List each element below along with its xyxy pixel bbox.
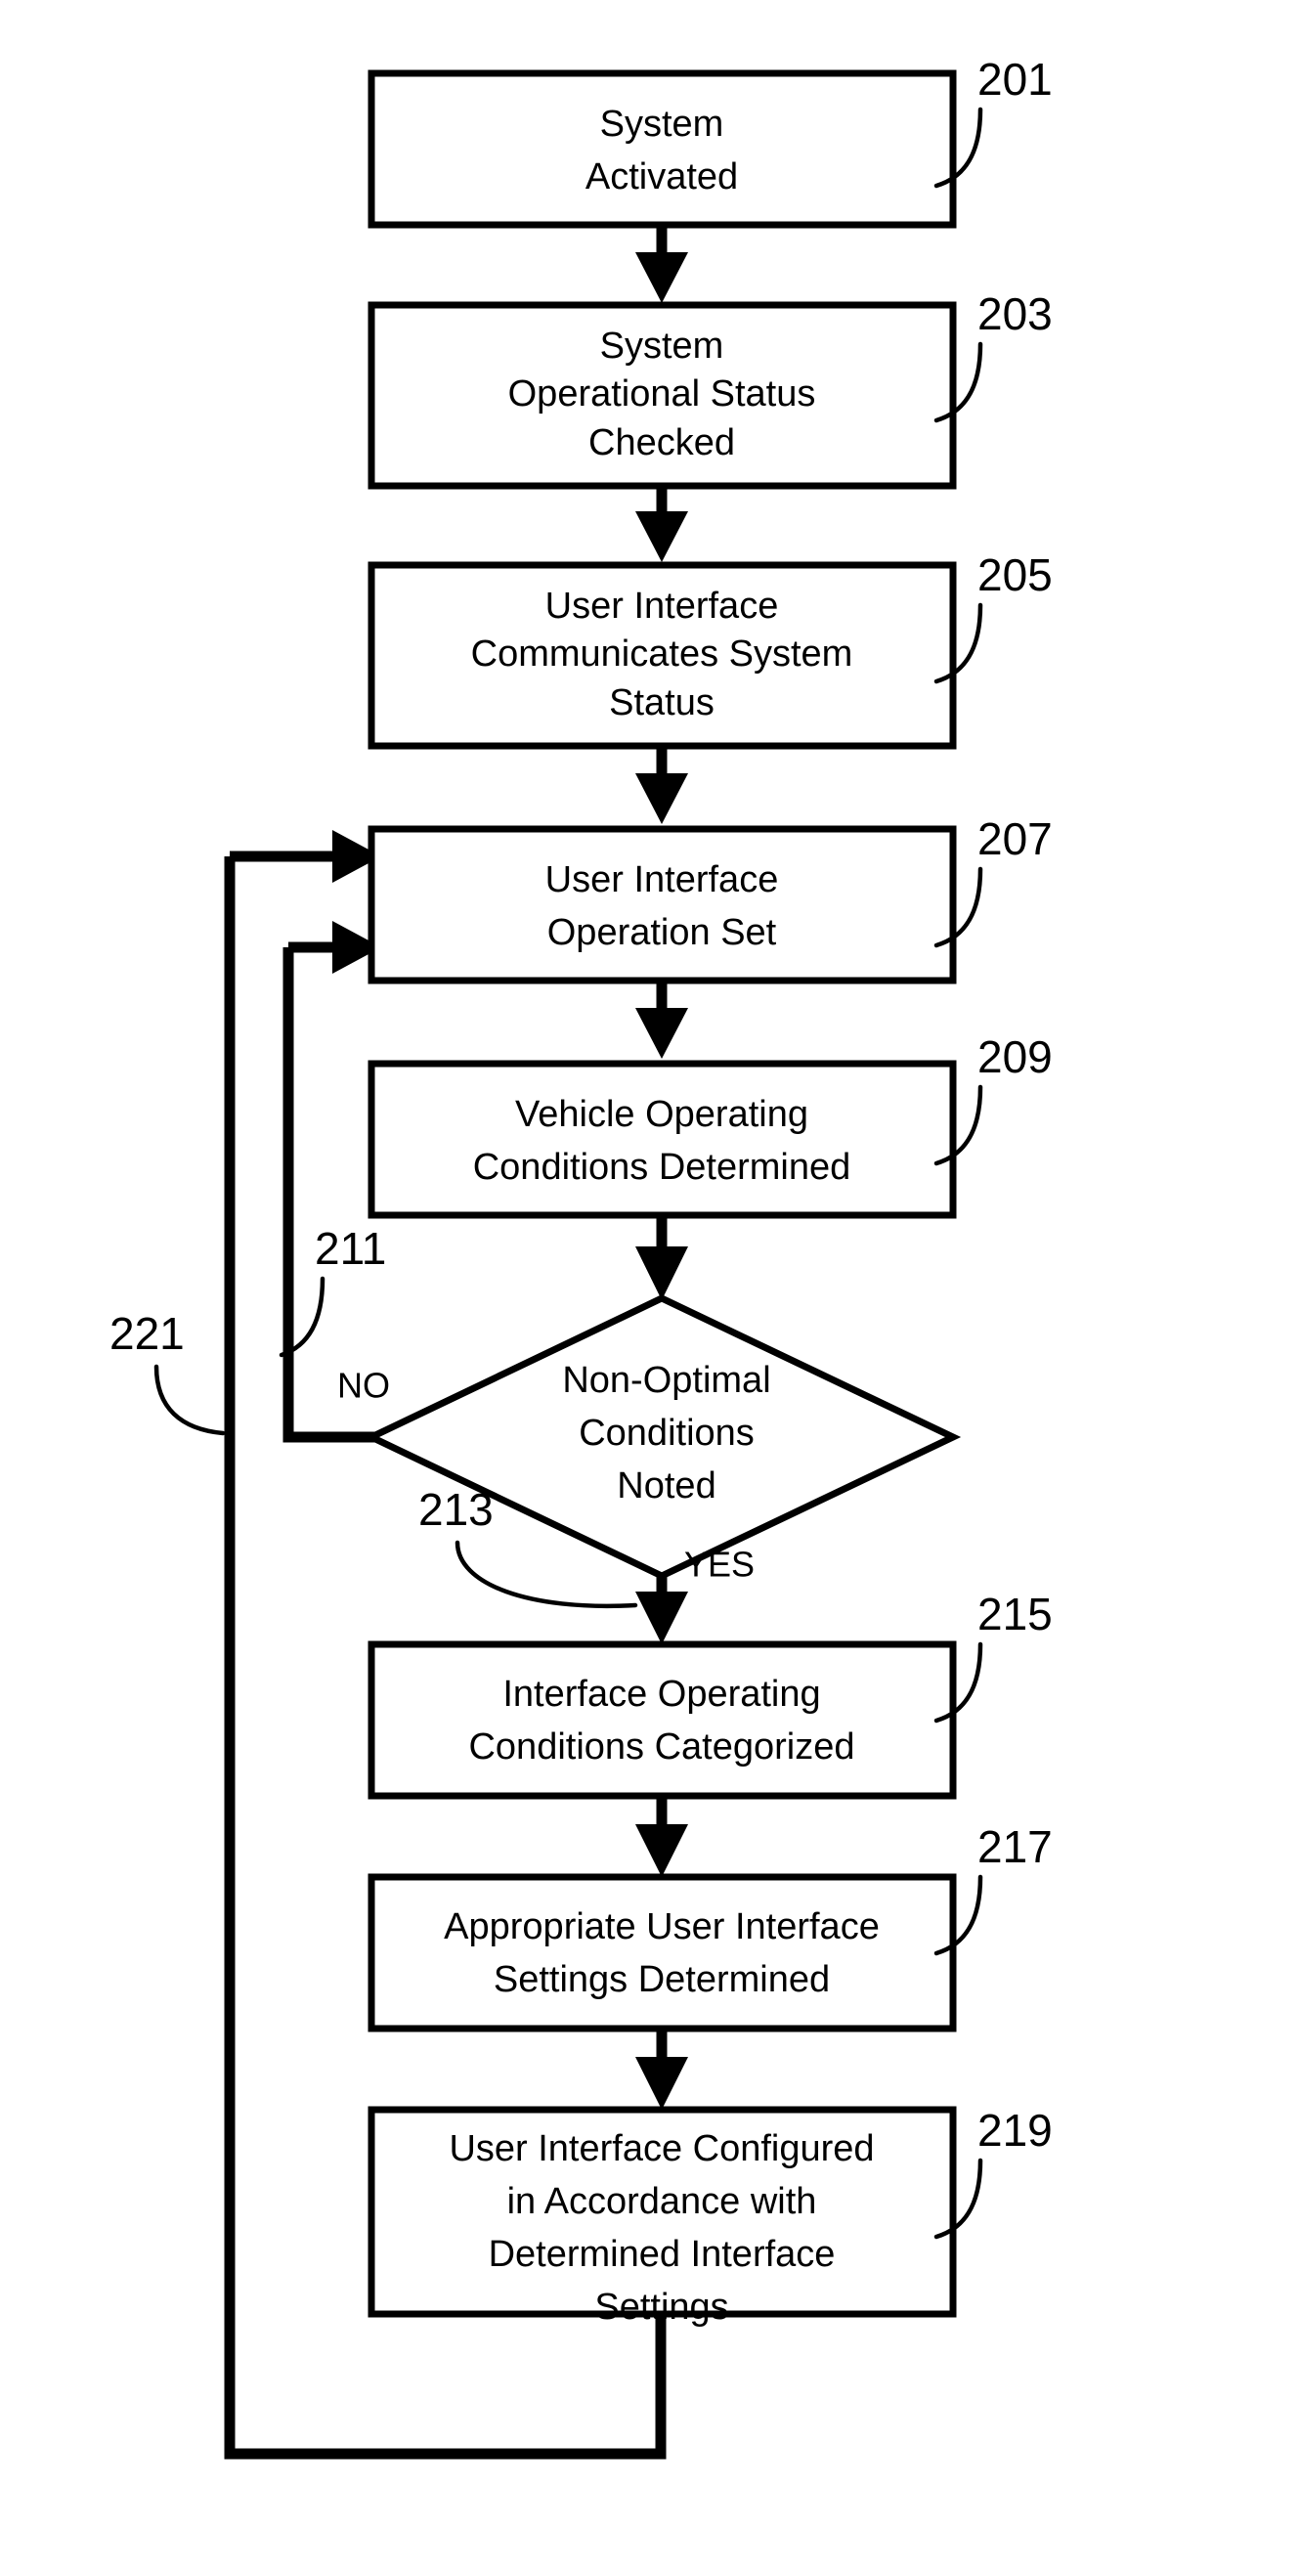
edge-209-to-213 [635, 1215, 688, 1300]
ref-211-text: 211 [315, 1223, 386, 1274]
node-209[interactable]: Vehicle Operating Conditions Determined [368, 1060, 957, 1219]
flowchart-canvas: System Activated 201 System Operational … [109, 54, 1053, 2460]
edge-203-205-arrowhead [635, 511, 688, 562]
edge-207-to-209 [635, 981, 688, 1059]
ref-219-text: 219 [977, 2105, 1053, 2156]
node-213-line-1: Non-Optimal [562, 1360, 770, 1401]
ref-215-text: 215 [977, 1589, 1053, 1639]
node-205-line-3: Status [609, 682, 715, 723]
node-205-line-2: Communicates System [471, 633, 853, 675]
node-207-line-1: User Interface [545, 859, 779, 900]
node-209-line-2: Conditions Determined [473, 1147, 851, 1188]
node-217-line-1: Appropriate User Interface [444, 1906, 880, 1947]
ref-221-leader [153, 1364, 226, 1436]
node-215-box[interactable] [368, 1640, 957, 1800]
edge-213-to-215 [635, 1576, 688, 1644]
edge-215-to-217 [635, 1796, 688, 1877]
edge-201-203-arrowhead [635, 252, 688, 303]
branch-label-yes: YES [684, 1545, 755, 1585]
node-203-line-1: System [600, 326, 724, 367]
ref-221-text: 221 [109, 1308, 185, 1359]
node-217[interactable]: Appropriate User Interface Settings Dete… [368, 1873, 957, 2032]
node-209-line-1: Vehicle Operating [515, 1094, 808, 1135]
ref-213-text: 213 [418, 1484, 494, 1535]
node-217-line-2: Settings Determined [494, 1959, 830, 2000]
node-205-line-1: User Interface [545, 586, 779, 627]
node-217-box[interactable] [368, 1873, 957, 2032]
node-203[interactable]: System Operational Status Checked [368, 301, 957, 490]
ref-201-text: 201 [977, 54, 1053, 105]
ref-207-text: 207 [977, 813, 1053, 864]
node-203-line-2: Operational Status [508, 373, 816, 415]
node-215-line-1: Interface Operating [502, 1674, 820, 1715]
edge-217-to-219 [635, 2029, 688, 2110]
ref-205-text: 205 [977, 549, 1053, 600]
node-201-line-2: Activated [585, 156, 738, 197]
branch-label-no: NO [337, 1366, 390, 1406]
node-207-line-2: Operation Set [547, 912, 777, 953]
edge-203-to-205 [635, 486, 688, 562]
ref-217-text: 217 [977, 1821, 1053, 1872]
flowchart-diagram: System Activated 201 System Operational … [0, 0, 1300, 2576]
edge-213-215-arrowhead [635, 1592, 688, 1644]
ref-221: 221 [109, 1308, 226, 1436]
edge-205-to-207 [635, 746, 688, 824]
node-201[interactable]: System Activated [368, 69, 957, 229]
ref-203-text: 203 [977, 288, 1053, 339]
node-219-line-1: User Interface Configured [449, 2128, 874, 2169]
node-203-line-3: Checked [588, 422, 735, 463]
edge-215-217-arrowhead [635, 1824, 688, 1877]
node-207-box[interactable] [368, 825, 957, 984]
edge-209-213-arrowhead [635, 1246, 688, 1300]
node-209-box[interactable] [368, 1060, 957, 1219]
node-213-line-3: Noted [617, 1465, 715, 1506]
edge-217-219-arrowhead [635, 2057, 688, 2110]
ref-211: 211 [279, 1223, 386, 1358]
node-215-line-2: Conditions Categorized [468, 1726, 854, 1768]
node-219-line-3: Determined Interface [489, 2234, 836, 2275]
node-213-line-2: Conditions [579, 1413, 755, 1454]
node-207[interactable]: User Interface Operation Set [368, 825, 957, 984]
node-201-line-1: System [600, 104, 724, 145]
ref-209-text: 209 [977, 1031, 1053, 1082]
node-219[interactable]: User Interface Configured in Accordance … [368, 2106, 957, 2328]
edge-207-209-arrowhead [635, 1008, 688, 1059]
node-205[interactable]: User Interface Communicates System Statu… [368, 561, 957, 750]
edge-201-to-203 [635, 225, 688, 303]
node-219-line-4: Settings [594, 2287, 728, 2328]
node-215[interactable]: Interface Operating Conditions Categoriz… [368, 1640, 957, 1800]
node-201-box[interactable] [368, 69, 957, 229]
node-219-line-2: in Accordance with [507, 2181, 817, 2222]
edge-205-207-arrowhead [635, 773, 688, 824]
